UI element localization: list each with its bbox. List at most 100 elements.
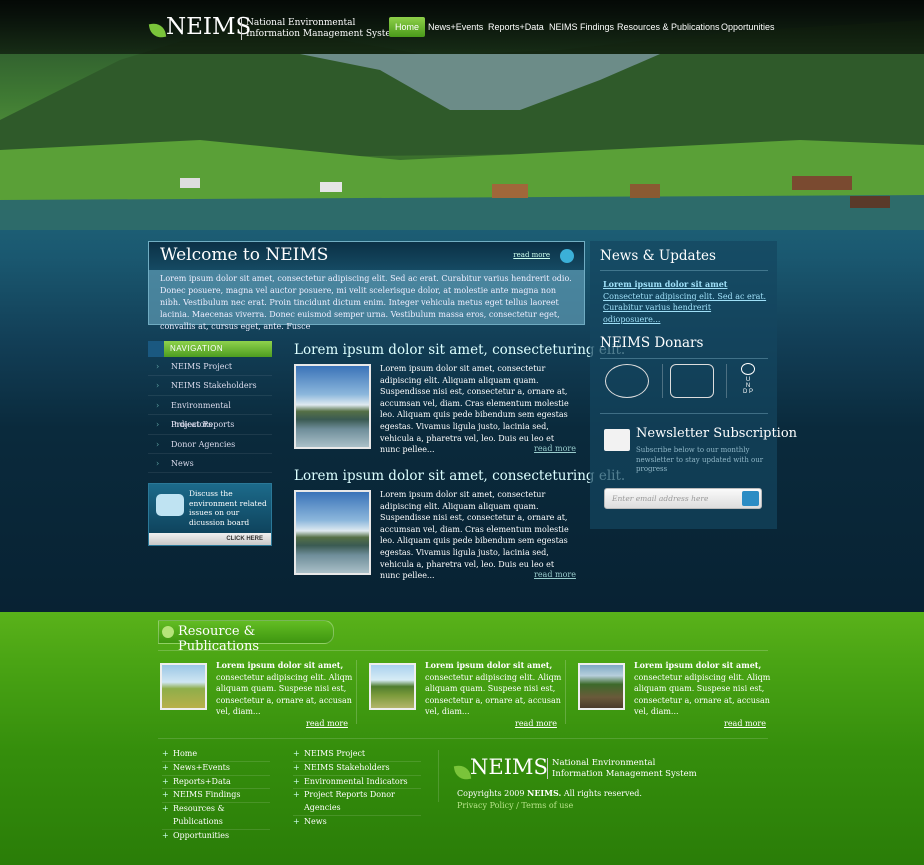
- logo-subtitle-line2: Information Management System: [246, 29, 400, 39]
- news-link[interactable]: Consectetur adipiscing elit. Sed ac erat…: [603, 291, 768, 303]
- footer-link-resources-publications[interactable]: Resources & Publications: [162, 803, 270, 830]
- divider: [565, 660, 566, 724]
- logo-subtitle-line1: National Environmental: [246, 18, 356, 28]
- chevron-down-icon[interactable]: [560, 249, 574, 263]
- sidebar-item-neims-stakeholders[interactable]: NEIMS Stakeholders: [148, 376, 272, 396]
- footer-link-environmental-indicators[interactable]: Environmental Indicators: [293, 776, 421, 790]
- welcome-text: Lorem ipsum dolor sit amet, consectetur …: [160, 274, 572, 331]
- donors-title: NEIMS Donars: [600, 335, 704, 351]
- footer-link-neims-stakeholders[interactable]: NEIMS Stakeholders: [293, 762, 421, 776]
- article-title[interactable]: Lorem ipsum dolor sit amet, consecteturi…: [294, 468, 625, 484]
- welcome-box: Welcome to NEIMS read more Lorem ipsum d…: [148, 241, 585, 331]
- resources-heading: Resource & Publications: [158, 620, 334, 654]
- resource-title[interactable]: Lorem ipsum dolor sit amet,: [634, 660, 761, 670]
- speech-bubble-icon: [156, 494, 184, 516]
- sidebar-item-donor-agencies[interactable]: Donor Agencies: [148, 435, 272, 454]
- arrow-right-submit-icon[interactable]: [742, 491, 759, 506]
- coat-of-arms-seal-icon[interactable]: [605, 364, 649, 398]
- sidebar-item-neims-project[interactable]: NEIMS Project: [148, 357, 272, 377]
- sidebar-navigation: NAVIGATION NEIMS Project NEIMS Stakehold…: [148, 341, 272, 474]
- welcome-title: Welcome to NEIMS: [160, 245, 329, 265]
- news-updates-title: News & Updates: [600, 248, 716, 264]
- terms-of-use-link[interactable]: Terms of use: [521, 801, 573, 810]
- divider: [158, 738, 768, 739]
- divider: [662, 364, 663, 398]
- nav-news-events[interactable]: News+Events: [428, 17, 483, 37]
- copyright-brand: NEIMS.: [527, 788, 562, 798]
- footer-links-column-2: NEIMS Project NEIMS Stakeholders Environ…: [293, 748, 421, 829]
- article-title[interactable]: Lorem ipsum dolor sit amet, consecteturi…: [294, 342, 625, 358]
- envelope-pen-icon: [604, 429, 630, 451]
- copyright-post: All rights reserved.: [563, 789, 642, 798]
- article-read-more-link[interactable]: read more: [534, 444, 576, 453]
- bullet-circle-icon: [162, 626, 174, 638]
- resource-title[interactable]: Lorem ipsum dolor sit amet,: [425, 660, 552, 670]
- divider: [356, 660, 357, 724]
- article-thumbnail[interactable]: [294, 364, 371, 449]
- footer-links-column-1: Home News+Events Reports+Data NEIMS Find…: [162, 748, 270, 843]
- footer-link-home[interactable]: Home: [162, 748, 270, 762]
- divider: [726, 364, 727, 398]
- resource-body: consectetur adipiscing elit. Aliqm aliqu…: [216, 672, 353, 717]
- nav-opportunities[interactable]: Opportunities: [721, 17, 775, 37]
- footer-link-news[interactable]: News: [293, 816, 421, 829]
- sidebar-item-project-reports[interactable]: Project Reports: [148, 415, 272, 435]
- undp-logo[interactable]: U N D P: [738, 363, 758, 399]
- discussion-promo-text: Discuss the environment related issues o…: [189, 489, 267, 527]
- footer-logo[interactable]: NEIMS: [470, 755, 548, 779]
- copyright-pre: Copyrights 2009: [457, 789, 525, 798]
- footer-link-neims-findings[interactable]: NEIMS Findings: [162, 789, 270, 804]
- crescent-emblem-seal-icon[interactable]: [670, 364, 714, 398]
- resource-read-more-link[interactable]: read more: [515, 719, 557, 728]
- click-here-button[interactable]: CLICK HERE: [149, 533, 271, 545]
- sidebar-item-news[interactable]: News: [148, 454, 272, 474]
- undp-logo-text: U N D P: [743, 377, 754, 395]
- resource-text: Lorem ipsum dolor sit amet, consectetur …: [216, 660, 356, 718]
- discussion-board-promo[interactable]: Discuss the environment related issues o…: [148, 483, 272, 546]
- footer-link-reports-data[interactable]: Reports+Data: [162, 776, 270, 790]
- nav-home[interactable]: Home: [389, 17, 426, 37]
- news-link[interactable]: Lorem ipsum dolor sit amet: [603, 279, 768, 291]
- footer-link-neims-project[interactable]: NEIMS Project: [293, 748, 421, 762]
- resource-thumbnail[interactable]: [369, 663, 416, 710]
- sidebar-item-environmental-indicators[interactable]: Environmental Indicators: [148, 396, 272, 429]
- newsletter-text: Subscribe below to our monthly newslette…: [636, 446, 764, 473]
- footer-logo-subtitle: National Environmental Information Manag…: [547, 758, 697, 779]
- resource-thumbnail[interactable]: [578, 663, 625, 710]
- legal-links: Privacy Policy / Terms of use: [457, 801, 573, 810]
- footer-link-project-reports-donor-agencies[interactable]: Project Reports Donor Agencies: [293, 789, 421, 816]
- article-thumbnail[interactable]: [294, 490, 371, 575]
- resource-text: Lorem ipsum dolor sit amet, consectetur …: [634, 660, 774, 718]
- resource-read-more-link[interactable]: read more: [306, 719, 348, 728]
- divider: [438, 750, 439, 802]
- privacy-policy-link[interactable]: Privacy Policy: [457, 801, 514, 810]
- nav-resources-publications[interactable]: Resources & Publications: [617, 17, 720, 37]
- legal-separator: /: [516, 801, 519, 810]
- footer-link-news-events[interactable]: News+Events: [162, 762, 270, 776]
- site-logo[interactable]: NEIMS: [166, 14, 251, 40]
- resource-title[interactable]: Lorem ipsum dolor sit amet,: [216, 660, 343, 670]
- footer-subtitle-line1: National Environmental: [552, 758, 656, 768]
- resource-body: consectetur adipiscing elit. Aliqm aliqu…: [634, 672, 771, 717]
- footer-subtitle-line2: Information Management System: [552, 768, 697, 779]
- site-logo-subtitle: National Environmental Information Manag…: [241, 18, 399, 40]
- nav-neims-findings[interactable]: NEIMS Findings: [549, 17, 614, 37]
- news-link[interactable]: Curabitur varius hendrerit odioposuere..…: [603, 302, 768, 325]
- newsletter-title: Newsletter Subscription: [636, 426, 798, 441]
- resource-body: consectetur adipiscing elit. Aliqm aliqu…: [425, 672, 562, 717]
- news-links: Lorem ipsum dolor sit amet Consectetur a…: [603, 279, 768, 325]
- divider: [600, 358, 768, 359]
- newsletter-email-input[interactable]: Enter email address here: [604, 488, 762, 509]
- nav-reports-data[interactable]: Reports+Data: [488, 17, 544, 37]
- footer-link-opportunities[interactable]: Opportunities: [162, 830, 270, 843]
- resource-read-more-link[interactable]: read more: [724, 719, 766, 728]
- email-placeholder: Enter email address here: [612, 494, 709, 503]
- article-text: Lorem ipsum dolor sit amet, consectetur …: [380, 490, 569, 581]
- resource-thumbnail[interactable]: [160, 663, 207, 710]
- divider: [600, 270, 768, 271]
- resource-text: Lorem ipsum dolor sit amet, consectetur …: [425, 660, 565, 718]
- welcome-read-more-link[interactable]: read more: [513, 251, 550, 259]
- article-read-more-link[interactable]: read more: [534, 570, 576, 579]
- un-globe-icon: [741, 363, 755, 375]
- copyright-text: Copyrights 2009 NEIMS. All rights reserv…: [457, 788, 642, 798]
